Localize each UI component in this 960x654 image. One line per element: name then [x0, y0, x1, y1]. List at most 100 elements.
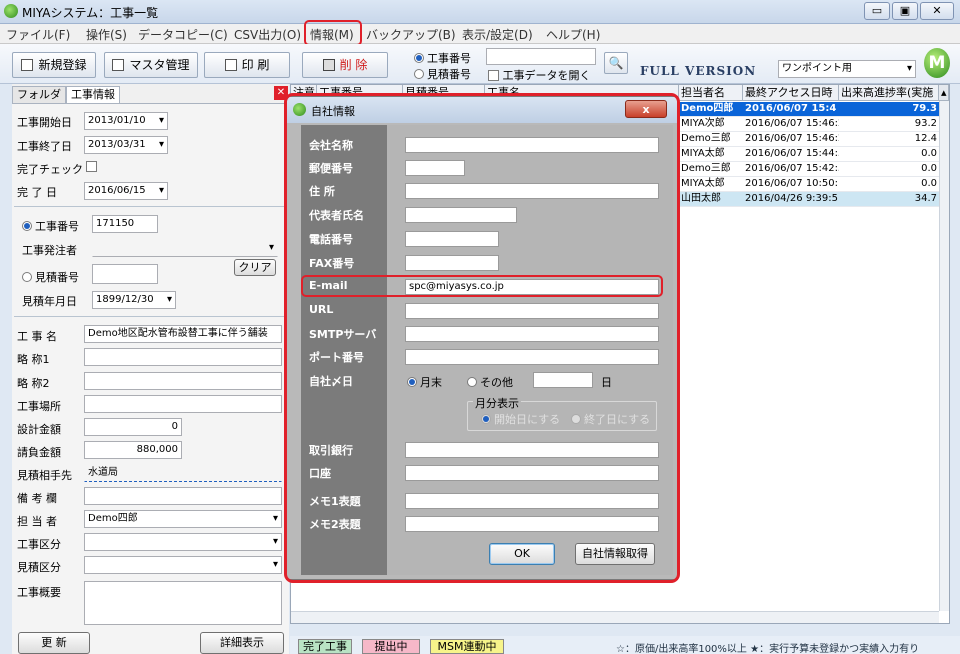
clear-button[interactable]: クリア	[234, 259, 276, 276]
version-label: FULL VERSION	[640, 64, 757, 78]
done-check-label: 完了チェック	[17, 163, 83, 176]
contract-amount-field[interactable]: 880,000	[84, 441, 182, 459]
menu-view-settings[interactable]: 表示/設定(D)	[462, 26, 533, 43]
contract-amount-label: 請負金額	[17, 446, 61, 459]
vertical-scrollbar[interactable]	[939, 101, 949, 611]
table-row[interactable]: Demo三郎 2016/06/07 15:46:2 12.4	[679, 132, 939, 147]
menu-csv-output[interactable]: CSV出力(O)	[234, 26, 301, 43]
design-amount-field[interactable]: 0	[84, 418, 182, 436]
table-row[interactable]: MIYA太郎 2016/06/07 15:44:5 0.0	[679, 147, 939, 162]
minimize-button[interactable]: ▭	[864, 2, 890, 20]
orderer-field[interactable]	[92, 239, 278, 257]
legend-completed: 完了工事	[298, 639, 352, 654]
design-amount-label: 設計金額	[17, 423, 61, 436]
mitsumori-date-field[interactable]: 1899/12/30	[92, 291, 176, 309]
left-panel: フォルダ 工事情報 ✕ 工事開始日 2013/01/10 工事終了日 2013/…	[12, 84, 289, 654]
legend-text: ☆：原価/出来高率100%以上 ★：実行予算未登録かつ実績入力有り	[616, 644, 920, 654]
mitsumori-date-label: 見積年月日	[22, 295, 77, 308]
name-field[interactable]: Demo地区配水管布設替工事に伴う舗装	[84, 325, 282, 343]
title-bar: MIYAシステム：工事一覧 ▭ ▣ ✕	[0, 0, 960, 24]
end-date-field[interactable]: 2013/03/31	[84, 136, 168, 154]
scroll-up-icon[interactable]: ▴	[939, 85, 949, 101]
delete-button[interactable]: 削 除	[302, 52, 388, 78]
mitsumori-no-field[interactable]	[92, 264, 158, 284]
dialog-highlight	[284, 93, 680, 583]
mitsumori-no-radio[interactable]: 見積番号	[22, 269, 79, 285]
col-progress[interactable]: 出来高進捗率(実施	[839, 85, 939, 101]
place-label: 工事場所	[17, 400, 61, 413]
koji-kubun-label: 工事区分	[17, 538, 61, 551]
menu-operation[interactable]: 操作(S)	[86, 26, 127, 43]
horizontal-scrollbar[interactable]	[291, 611, 939, 623]
koji-no-field[interactable]: 171150	[92, 215, 158, 233]
short2-label: 略 称2	[17, 377, 50, 390]
short2-field[interactable]	[84, 372, 282, 390]
start-date-label: 工事開始日	[17, 116, 72, 129]
mitsu-kubun-select[interactable]	[84, 556, 282, 574]
app-logo-icon	[4, 4, 18, 18]
menu-info-highlight	[304, 20, 362, 46]
done-checkbox[interactable]	[86, 161, 97, 172]
update-button[interactable]: 更 新	[18, 632, 90, 654]
master-button[interactable]: マスタ管理	[104, 52, 198, 78]
col-last-access[interactable]: 最終アクセス日時	[743, 85, 839, 101]
tip-select[interactable]: ワンポイント用	[778, 60, 916, 78]
orderer-label: 工事発注者	[22, 244, 77, 257]
search-mode-mitsumori[interactable]: 見積番号	[414, 66, 471, 82]
new-button[interactable]: 新規登録	[12, 52, 96, 78]
menu-help[interactable]: ヘルプ(H)	[546, 26, 600, 43]
trash-icon	[322, 59, 335, 71]
start-date-field[interactable]: 2013/01/10	[84, 112, 168, 130]
table-row[interactable]: 山田太郎 2016/04/26 9:39:51 34.7	[679, 192, 939, 207]
divider	[14, 206, 286, 207]
window-title: MIYAシステム：工事一覧	[22, 6, 159, 20]
divider	[14, 316, 286, 317]
menu-data-copy[interactable]: データコピー(C)	[138, 26, 228, 43]
document-icon	[21, 59, 34, 71]
open-data-checkbox[interactable]: 工事データを開く	[488, 67, 591, 83]
search-mode-koji[interactable]: 工事番号	[414, 50, 471, 66]
tab-koji-info[interactable]: 工事情報	[66, 86, 120, 103]
table-row[interactable]: Demo三郎 2016/06/07 15:42:5 0.0	[679, 162, 939, 177]
place-field[interactable]	[84, 395, 282, 413]
end-date-label: 工事終了日	[17, 140, 72, 153]
done-date-label: 完 了 日	[17, 186, 57, 199]
print-button[interactable]: 印 刷	[204, 52, 290, 78]
summary-label: 工事概要	[17, 586, 61, 599]
person-label: 担 当 者	[17, 515, 57, 528]
tab-folder[interactable]: フォルダ	[12, 86, 66, 103]
col-person[interactable]: 担当者名	[679, 85, 743, 101]
person-select[interactable]: Demo四郎	[84, 510, 282, 528]
koji-info-form: 工事開始日 2013/01/10 工事終了日 2013/03/31 完了チェック…	[12, 103, 289, 654]
note-field[interactable]	[84, 487, 282, 505]
note-label: 備 考 欄	[17, 492, 57, 505]
short1-field[interactable]	[84, 348, 282, 366]
summary-field[interactable]	[84, 581, 282, 625]
detail-button[interactable]: 詳細表示	[200, 632, 284, 654]
close-button[interactable]: ✕	[920, 2, 954, 20]
table-row[interactable]: MIYA太郎 2016/06/07 10:50:1 0.0	[679, 177, 939, 192]
partner-label: 見積相手先	[17, 469, 72, 482]
status-bar: 完了工事 提出中 MSM連動中 ☆：原価/出来高率100%以上 ★：実行予算未登…	[290, 636, 960, 654]
name-label: 工 事 名	[17, 330, 57, 343]
short1-label: 略 称1	[17, 353, 50, 366]
koji-no-radio[interactable]: 工事番号	[22, 218, 79, 234]
done-date-field[interactable]: 2016/06/15	[84, 182, 168, 200]
search-input[interactable]	[486, 48, 596, 65]
table-row[interactable]: MIYA次郎 2016/06/07 15:46:2 93.2	[679, 117, 939, 132]
menu-file[interactable]: ファイル(F)	[6, 26, 70, 43]
legend-submitted: 提出中	[362, 639, 420, 654]
table-row[interactable]: Demo四郎 2016/06/07 15:4 79.3	[679, 102, 939, 117]
legend-msm-linked: MSM連動中	[430, 639, 504, 654]
printer-icon	[224, 59, 237, 71]
table-icon	[112, 59, 125, 71]
search-icon: 🔍	[608, 56, 624, 70]
mitsu-kubun-label: 見積区分	[17, 561, 61, 574]
toolbar: 新規登録 マスタ管理 印 刷 削 除 工事番号 見積番号 工事データを開く 🔍 …	[0, 44, 960, 84]
menu-backup[interactable]: バックアップ(B)	[366, 26, 456, 43]
partner-field[interactable]: 水道局	[84, 464, 282, 482]
search-button[interactable]: 🔍	[604, 52, 628, 74]
koji-kubun-select[interactable]	[84, 533, 282, 551]
maximize-button[interactable]: ▣	[892, 2, 918, 20]
miya-logo-icon: M	[924, 48, 950, 78]
